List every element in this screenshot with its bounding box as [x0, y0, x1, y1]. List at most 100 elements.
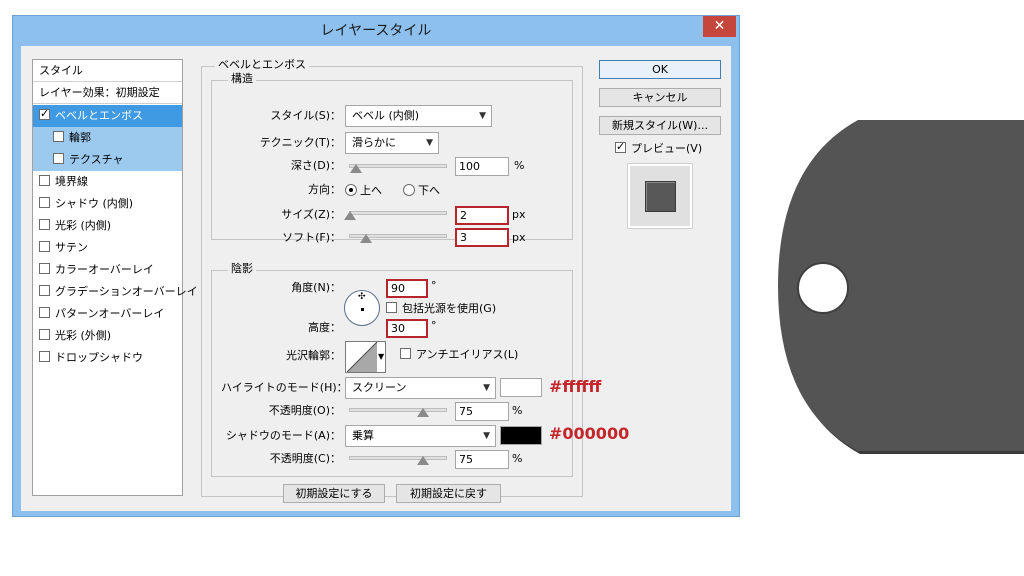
antialias-option[interactable]: アンチエイリアス(L): [400, 348, 518, 362]
style-item-label: パターンオーバーレイ: [55, 307, 165, 320]
checkbox-stroke[interactable]: [39, 175, 50, 186]
shadow-mode-select[interactable]: 乗算 ▼: [345, 425, 496, 447]
styles-list: スタイル レイヤー効果：初期設定 ベベルとエンボス 輪郭 テクスチャ 境界線 シ…: [32, 59, 198, 496]
highlight-opacity-unit: %: [512, 404, 523, 417]
altitude-input[interactable]: 30: [386, 319, 428, 338]
blending-options[interactable]: レイヤー効果：初期設定: [33, 82, 182, 104]
style-item-label: 境界線: [55, 175, 88, 188]
global-light-option[interactable]: 包括光源を使用(G): [386, 302, 496, 316]
soften-unit: px: [512, 231, 526, 244]
highlight-opacity-thumb[interactable]: [417, 408, 429, 417]
bevel-style-select[interactable]: ベベル (内側) ▼: [345, 105, 492, 127]
shading-title: 陰影: [228, 262, 256, 275]
technique-select[interactable]: 滑らかに ▼: [345, 132, 439, 154]
checkbox-outer-glow[interactable]: [39, 329, 50, 340]
angle-dial-center: [361, 308, 364, 311]
style-item-gradient-overlay[interactable]: グラデーションオーバーレイ: [33, 281, 198, 303]
antialias-label: アンチエイリアス(L): [416, 348, 519, 361]
direction-down-radio[interactable]: 下へ: [403, 182, 440, 198]
close-button[interactable]: ✕: [703, 16, 736, 37]
style-item-inner-shadow[interactable]: シャドウ (内側): [33, 193, 182, 215]
soften-input[interactable]: 3: [455, 228, 509, 247]
style-item-label: 光彩 (外側): [55, 329, 112, 342]
checkbox-contour[interactable]: [53, 131, 64, 142]
style-item-bevel-emboss[interactable]: ベベルとエンボス: [33, 105, 182, 127]
shadow-opacity-input[interactable]: 75: [455, 450, 509, 469]
size-input[interactable]: 2: [455, 206, 509, 225]
highlight-hex-annotation: #ffffff: [549, 377, 602, 396]
gloss-contour-picker[interactable]: ▼: [345, 341, 386, 373]
style-item-label: 光彩 (内側): [55, 219, 112, 232]
shadow-opacity-slider[interactable]: [349, 456, 447, 460]
style-item-outer-glow[interactable]: 光彩 (外側): [33, 325, 182, 347]
antialias-checkbox[interactable]: [400, 348, 411, 359]
dog-tag-body: [778, 120, 1024, 451]
soften-slider-thumb[interactable]: [360, 234, 372, 243]
checkbox-satin[interactable]: [39, 241, 50, 252]
chevron-down-icon: ▼: [483, 431, 490, 441]
global-light-label: 包括光源を使用(G): [402, 302, 497, 315]
style-item-satin[interactable]: サテン: [33, 237, 182, 259]
size-slider[interactable]: [349, 211, 447, 215]
checkbox-inner-glow[interactable]: [39, 219, 50, 230]
direction-up-label: 上へ: [360, 184, 382, 197]
chevron-down-icon: ▼: [378, 352, 385, 361]
style-item-inner-glow[interactable]: 光彩 (内側): [33, 215, 182, 237]
highlight-opacity-input[interactable]: 75: [455, 402, 509, 421]
style-item-contour[interactable]: 輪郭: [33, 127, 182, 149]
depth-input[interactable]: 100: [455, 157, 509, 176]
global-light-checkbox[interactable]: [386, 302, 397, 313]
depth-slider[interactable]: [349, 164, 447, 168]
shadow-color-swatch[interactable]: [500, 426, 542, 445]
style-item-pattern-overlay[interactable]: パターンオーバーレイ: [33, 303, 182, 325]
preview-option[interactable]: プレビュー(V): [615, 140, 702, 156]
highlight-mode-select[interactable]: スクリーン ▼: [345, 377, 496, 399]
layer-style-dialog: レイヤースタイル ✕ スタイル レイヤー効果：初期設定 ベベルとエンボス 輪郭 …: [12, 15, 740, 517]
highlight-mode-value: スクリーン: [352, 381, 407, 394]
ok-button[interactable]: OK: [599, 60, 721, 79]
checkbox-texture[interactable]: [53, 153, 64, 164]
radio-up[interactable]: [345, 184, 357, 196]
reset-default-button[interactable]: 初期設定に戻す: [396, 484, 501, 503]
styles-header[interactable]: スタイル: [33, 60, 182, 82]
make-default-button[interactable]: 初期設定にする: [283, 484, 385, 503]
angle-dial[interactable]: ✣: [344, 290, 380, 326]
checkbox-pattern-overlay[interactable]: [39, 307, 50, 318]
contour-linear-icon: [347, 342, 378, 372]
direction-up-radio[interactable]: 上へ: [345, 182, 382, 198]
style-item-label: 輪郭: [69, 131, 91, 144]
checkbox-bevel-emboss[interactable]: [39, 107, 50, 121]
style-item-label: カラーオーバーレイ: [55, 263, 154, 276]
angle-input[interactable]: 90: [386, 279, 428, 298]
highlight-color-swatch[interactable]: [500, 378, 542, 397]
shadow-mode-label: シャドウのモード(A)：: [225, 429, 341, 442]
checkbox-gradient-overlay[interactable]: [39, 285, 50, 296]
style-item-texture[interactable]: テクスチャ: [33, 149, 182, 171]
style-item-stroke[interactable]: 境界線: [33, 171, 182, 193]
preview-thumbnail: [627, 163, 693, 229]
radio-down[interactable]: [403, 184, 415, 196]
style-item-drop-shadow[interactable]: ドロップシャドウ: [33, 347, 182, 369]
style-item-color-overlay[interactable]: カラーオーバーレイ: [33, 259, 182, 281]
structure-title: 構造: [228, 72, 256, 85]
depth-slider-thumb[interactable]: [350, 164, 362, 173]
shadow-opacity-thumb[interactable]: [417, 456, 429, 465]
shadow-mode-value: 乗算: [352, 429, 374, 442]
new-style-button[interactable]: 新規スタイル(W)...: [599, 116, 721, 135]
highlight-opacity-label: 不透明度(O)：: [268, 404, 341, 417]
close-icon: ✕: [713, 18, 726, 34]
highlight-opacity-slider[interactable]: [349, 408, 447, 412]
checkbox-inner-shadow[interactable]: [39, 197, 50, 208]
preview-checkbox[interactable]: [615, 140, 626, 154]
style-item-label: シャドウ (内側): [55, 197, 134, 210]
style-label: スタイル(S)：: [270, 109, 341, 122]
style-item-label: ベベルとエンボス: [55, 109, 143, 122]
highlight-mode-label: ハイライトのモード(H)：: [221, 381, 348, 394]
size-slider-thumb[interactable]: [344, 211, 356, 220]
preview-swatch: [645, 181, 676, 212]
checkbox-color-overlay[interactable]: [39, 263, 50, 274]
cancel-button[interactable]: キャンセル: [599, 88, 721, 107]
altitude-label: 高度：: [308, 321, 341, 334]
checkbox-drop-shadow[interactable]: [39, 351, 50, 362]
title-bar[interactable]: レイヤースタイル ✕: [13, 16, 739, 45]
